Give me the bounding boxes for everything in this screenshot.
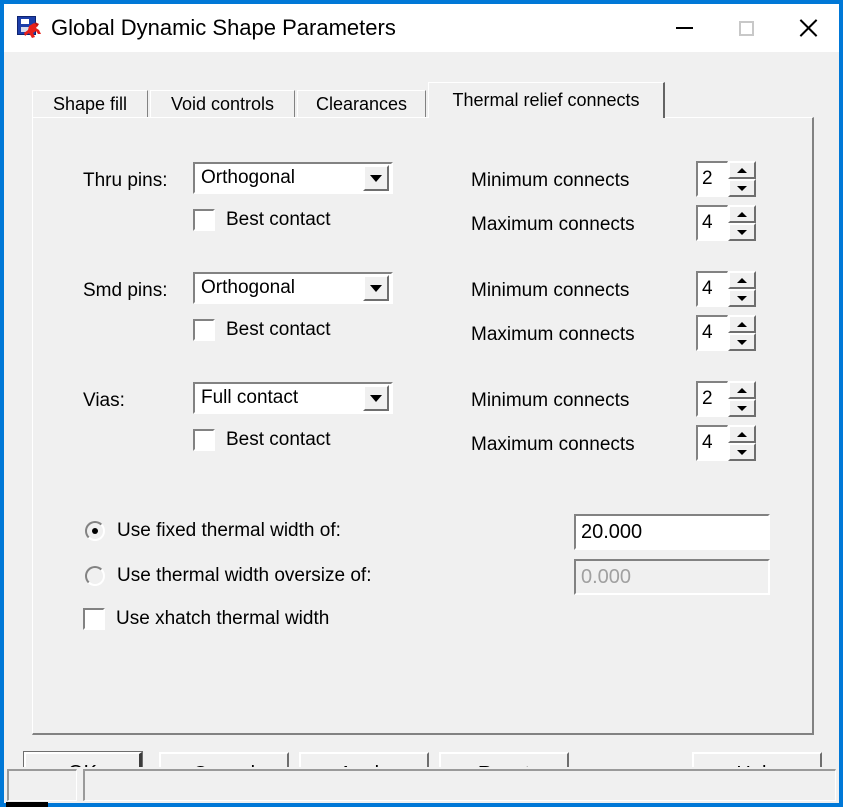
smd-pins-max-connects-value[interactable]: 4: [696, 315, 728, 351]
use-xhatch-thermal-width-checkbox[interactable]: [83, 608, 105, 630]
window-title: Global Dynamic Shape Parameters: [51, 15, 396, 40]
spinner-down-icon[interactable]: [728, 333, 756, 351]
status-pane-left: [7, 769, 77, 801]
spinner-up-icon[interactable]: [728, 161, 756, 179]
smd-pins-max-connects-spinner[interactable]: 4: [696, 315, 758, 351]
chevron-down-icon[interactable]: [363, 165, 389, 191]
use-xhatch-thermal-width-label: Use xhatch thermal width: [116, 608, 330, 629]
tab-label: Void controls: [170, 94, 275, 114]
thru-pins-combo[interactable]: Orthogonal: [193, 162, 393, 194]
thru-pins-best-contact-row[interactable]: Best contact: [193, 209, 331, 231]
use-thermal-width-oversize-label: Use thermal width oversize of:: [117, 565, 372, 586]
spinner-down-icon[interactable]: [728, 443, 756, 461]
fixed-thermal-width-value: 20.000: [581, 520, 643, 543]
use-xhatch-thermal-width-row[interactable]: Use xhatch thermal width: [83, 608, 329, 630]
thru-pins-min-connects-spinner[interactable]: 2: [696, 161, 758, 197]
smd-pins-best-contact-row[interactable]: Best contact: [193, 319, 331, 341]
spinner-down-icon[interactable]: [728, 399, 756, 417]
tab-clearances[interactable]: Clearances: [297, 90, 426, 118]
tab-label: Thermal relief connects: [452, 90, 640, 110]
smd-pins-max-connects-label: Maximum connects: [471, 324, 635, 345]
caption-button-group: [653, 4, 839, 52]
status-pane-main: [83, 769, 836, 801]
title-bar: Global Dynamic Shape Parameters: [4, 4, 839, 52]
smd-pins-best-contact-checkbox[interactable]: [193, 319, 215, 341]
close-icon: [798, 18, 818, 38]
tab-thermal-relief-connects[interactable]: Thermal relief connects: [428, 82, 665, 118]
vias-min-connects-label: Minimum connects: [471, 390, 630, 411]
close-button[interactable]: [777, 4, 839, 52]
use-thermal-width-oversize-row[interactable]: Use thermal width oversize of:: [85, 565, 372, 587]
spinner-up-icon[interactable]: [728, 271, 756, 289]
use-fixed-thermal-width-row[interactable]: Use fixed thermal width of:: [85, 520, 341, 542]
spinner-up-icon[interactable]: [728, 205, 756, 223]
smd-pins-combo-value: Orthogonal: [201, 277, 296, 298]
tab-strip: Shape fill Void controls Clearances Ther…: [32, 82, 812, 118]
vias-combo-value: Full contact: [201, 387, 299, 408]
spinner-up-icon[interactable]: [728, 381, 756, 399]
thru-pins-max-connects-value[interactable]: 4: [696, 205, 728, 241]
status-bar: [4, 767, 839, 807]
chevron-down-icon[interactable]: [363, 385, 389, 411]
maximize-icon: [738, 20, 754, 36]
thermal-width-oversize-input: 0.000: [574, 559, 770, 595]
fixed-thermal-width-input[interactable]: 20.000: [574, 514, 770, 550]
vias-max-connects-label: Maximum connects: [471, 434, 635, 455]
thru-pins-min-connects-label: Minimum connects: [471, 170, 630, 191]
thru-pins-max-connects-spinner[interactable]: 4: [696, 205, 758, 241]
spinner-down-icon[interactable]: [728, 223, 756, 241]
runner-icon: [24, 22, 41, 38]
smd-pins-min-connects-label: Minimum connects: [471, 280, 630, 301]
thru-pins-combo-value: Orthogonal: [201, 167, 296, 188]
spinner-up-icon[interactable]: [728, 315, 756, 333]
thru-pins-best-contact-label: Best contact: [226, 209, 331, 230]
smd-pins-min-connects-spinner[interactable]: 4: [696, 271, 758, 307]
vias-best-contact-label: Best contact: [226, 429, 331, 450]
chevron-down-icon[interactable]: [363, 275, 389, 301]
thermal-width-oversize-value: 0.000: [581, 565, 632, 588]
vias-min-connects-value[interactable]: 2: [696, 381, 728, 417]
smd-pins-best-contact-label: Best contact: [226, 319, 331, 340]
vias-best-contact-checkbox[interactable]: [193, 429, 215, 451]
thru-pins-label: Thru pins:: [83, 170, 168, 191]
dialog-window: Global Dynamic Shape Parameters Shape fi…: [0, 0, 843, 807]
thru-pins-max-connects-label: Maximum connects: [471, 214, 635, 235]
dialog-client-area: Shape fill Void controls Clearances Ther…: [4, 52, 839, 807]
tab-content-panel: Thru pins: Orthogonal Best contact Minim…: [32, 117, 814, 735]
resize-grip[interactable]: [6, 802, 48, 807]
smd-pins-min-connects-value[interactable]: 4: [696, 271, 728, 307]
vias-max-connects-spinner[interactable]: 4: [696, 425, 758, 461]
smd-pins-label: Smd pins:: [83, 280, 168, 301]
spinner-up-icon[interactable]: [728, 425, 756, 443]
vias-min-connects-spinner[interactable]: 2: [696, 381, 758, 417]
vias-best-contact-row[interactable]: Best contact: [193, 429, 331, 451]
thru-pins-min-connects-value[interactable]: 2: [696, 161, 728, 197]
vias-max-connects-value[interactable]: 4: [696, 425, 728, 461]
app-icon: [16, 15, 42, 41]
spinner-down-icon[interactable]: [728, 179, 756, 197]
minimize-button[interactable]: [653, 4, 715, 52]
vias-label: Vias:: [83, 390, 125, 411]
use-fixed-thermal-width-label: Use fixed thermal width of:: [117, 520, 341, 541]
tab-label: Clearances: [315, 94, 408, 114]
use-thermal-width-oversize-radio[interactable]: [85, 566, 105, 586]
tab-label: Shape fill: [52, 94, 128, 114]
smd-pins-combo[interactable]: Orthogonal: [193, 272, 393, 304]
vias-combo[interactable]: Full contact: [193, 382, 393, 414]
thru-pins-best-contact-checkbox[interactable]: [193, 209, 215, 231]
minimize-icon: [675, 27, 693, 29]
maximize-button[interactable]: [715, 4, 777, 52]
spinner-down-icon[interactable]: [728, 289, 756, 307]
tab-shape-fill[interactable]: Shape fill: [32, 90, 148, 118]
tab-void-controls[interactable]: Void controls: [150, 90, 295, 118]
use-fixed-thermal-width-radio[interactable]: [85, 521, 105, 541]
